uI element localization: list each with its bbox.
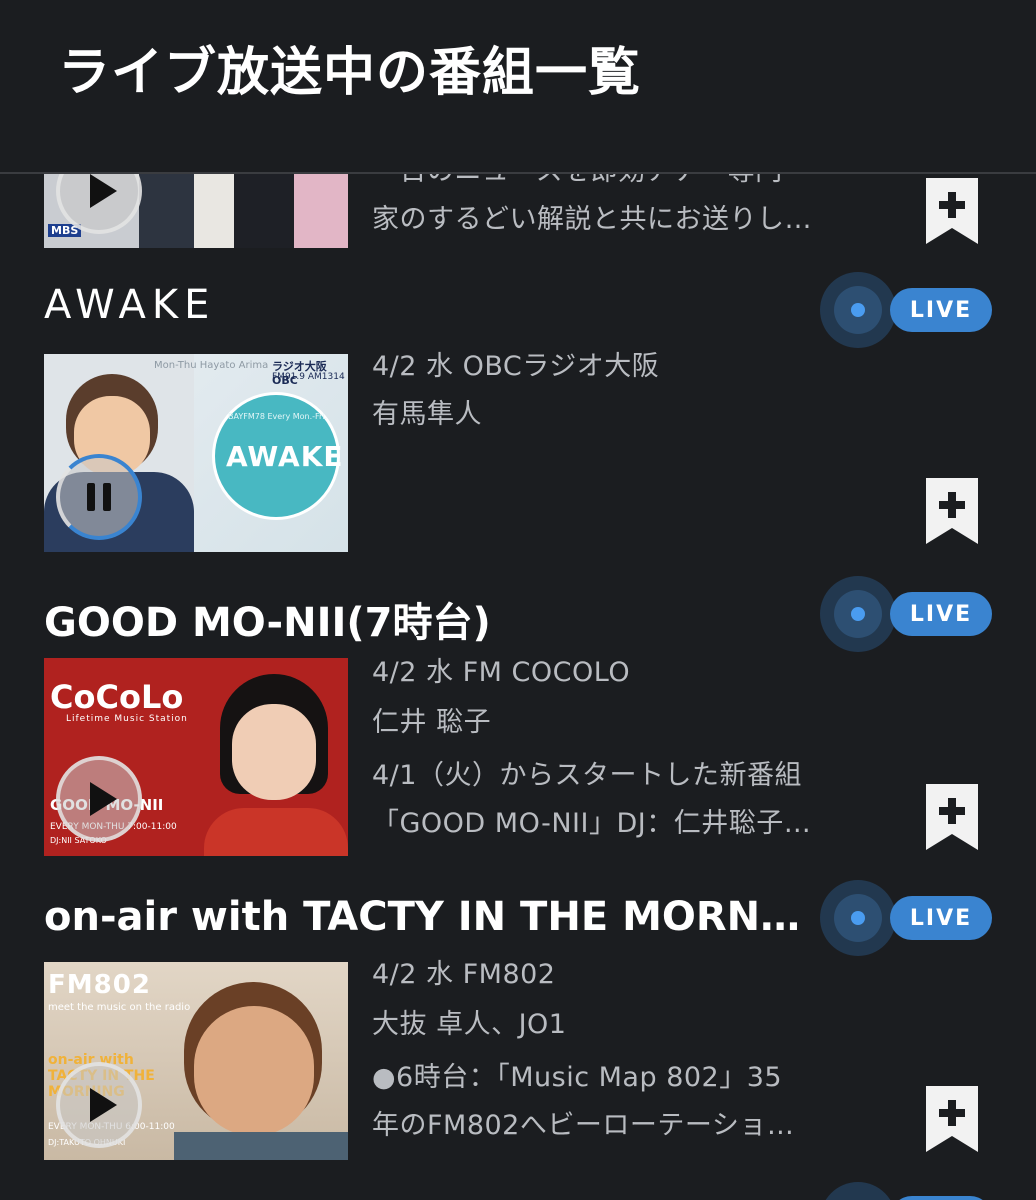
pause-button[interactable]	[56, 454, 142, 540]
pause-icon	[87, 483, 111, 511]
description-line: ●6時台：「Music Map 802」35	[372, 1062, 783, 1093]
app-header: ライブ放送中の番組一覧	[0, 0, 1036, 174]
thumb-circle-title: AWAKE	[226, 440, 344, 473]
bookmark-add-icon[interactable]	[926, 478, 978, 544]
thumb-person-face	[232, 704, 316, 800]
live-radio-icon	[820, 880, 896, 956]
live-badge: LIVE	[890, 288, 992, 332]
thumb-circle-subtitle: BAYFM78 Every Mon.-Fri.	[228, 412, 328, 421]
thumb-logo-subtitle: meet the music on the radio	[48, 1002, 191, 1013]
program-date-station: 4/2 水 FM802	[372, 959, 556, 990]
thumb-caption: Mon-Thu Hayato Arima	[154, 360, 269, 371]
program-description: 4/1（火）からスタートした新番組 「GOOD MO-NII」DJ：仁井聡子…	[372, 752, 811, 848]
play-icon	[89, 782, 117, 816]
description-line: 「GOOD MO-NII」DJ：仁井聡子…	[372, 808, 812, 839]
play-button[interactable]	[56, 756, 142, 842]
thumb-person-body	[174, 1132, 348, 1160]
play-icon	[89, 174, 117, 208]
description-line: 4/1（火）からスタートした新番組	[372, 760, 802, 791]
live-badge: LIVE	[890, 896, 992, 940]
program-title[interactable]: GOOD MO-NII(7時台)	[44, 590, 491, 648]
thumb-person-face	[194, 1006, 314, 1136]
live-radio-icon	[820, 272, 896, 348]
page-title: ライブ放送中の番組一覧	[58, 43, 642, 103]
live-radio-icon	[820, 1182, 896, 1200]
live-badge: LIVE	[890, 592, 992, 636]
bookmark-add-icon[interactable]	[926, 784, 978, 850]
program-date-station: 4/2 水 OBCラジオ大阪	[372, 351, 660, 382]
program-title[interactable]: on-air with TACTY IN THE MORNIN…	[44, 894, 814, 940]
thumb-logo-subtitle: Lifetime Music Station	[66, 714, 188, 724]
bookmark-add-icon[interactable]	[926, 178, 978, 244]
thumb-logo: CoCoLo	[50, 678, 184, 716]
play-button[interactable]	[56, 1062, 142, 1148]
play-icon	[89, 1088, 117, 1122]
program-title[interactable]: AWAKE	[44, 282, 215, 328]
program-thumbnail[interactable]: Mon-Thu Hayato Arima ラジオ大阪 OBC FM91.9 AM…	[44, 354, 348, 552]
program-list: MBS 一日のニュースを即効アナ・専門 家のするどい解説と共にお送りし… AWA…	[0, 0, 1036, 1200]
program-personality: 仁井 聡子	[372, 707, 492, 738]
program-thumbnail[interactable]: CoCoLo Lifetime Music Station GOOD MO-NI…	[44, 658, 348, 856]
live-radio-icon	[820, 576, 896, 652]
program-description: ●6時台：「Music Map 802」35 年のFM802へビーローテーショ…	[372, 1054, 794, 1150]
thumb-person-body	[204, 808, 348, 856]
live-badge	[890, 1196, 992, 1200]
thumb-logo: FM802	[48, 970, 151, 1000]
program-personality: 有馬隼人	[372, 399, 482, 430]
program-personality: 大抜 卓人、JO1	[372, 1009, 567, 1040]
description-line: 家のするどい解説と共にお送りし…	[372, 204, 812, 235]
bookmark-add-icon[interactable]	[926, 1086, 978, 1152]
description-line: 年のFM802へビーローテーショ…	[372, 1110, 795, 1141]
program-date-station: 4/2 水 FM COCOLO	[372, 657, 631, 688]
program-thumbnail[interactable]: FM802 meet the music on the radio on-air…	[44, 962, 348, 1160]
thumb-frequency: FM91.9 AM1314	[272, 372, 345, 382]
